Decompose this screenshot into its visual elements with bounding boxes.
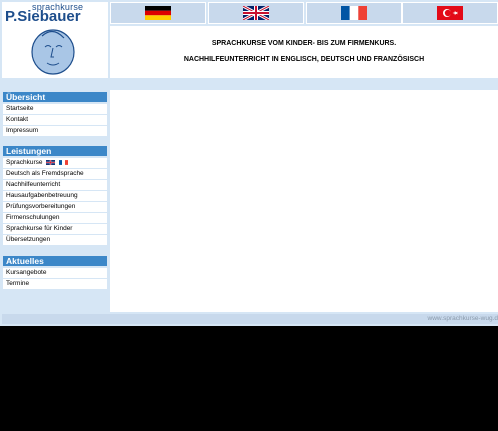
sidebar-item-hausaufgabenbetreuung[interactable]: Hausaufgabenbetreuung xyxy=(3,191,107,201)
sidebar-heading-aktuelles: Aktuelles xyxy=(3,256,107,266)
main-content xyxy=(110,90,498,312)
sidebar-item-sprachkurse[interactable]: Sprachkurse xyxy=(3,158,107,168)
footer: www.sprachkurse-wug.d xyxy=(2,314,498,324)
sidebar-item-pruefungsvorbereitungen[interactable]: Prüfungsvorbereitungen xyxy=(3,202,107,212)
headline-line-2: NACHHILFEUNTERRICHT IN ENGLISCH, DEUTSCH… xyxy=(183,56,425,63)
sidebar-item-impressum[interactable]: Impressum xyxy=(3,126,107,136)
language-fr-button[interactable] xyxy=(306,2,402,24)
turkish-flag-icon xyxy=(437,6,463,20)
sidebar-item-startseite[interactable]: Startseite xyxy=(3,104,107,114)
sidebar-item-deutsch-fremdsprache[interactable]: Deutsch als Fremdsprache xyxy=(3,169,107,179)
face-logo-icon xyxy=(31,29,75,75)
sidebar-heading-leistungen: Leistungen xyxy=(3,146,107,156)
sidebar-item-termine[interactable]: Termine xyxy=(3,279,107,289)
uk-flag-icon xyxy=(243,6,269,20)
sidebar: Übersicht Startseite Kontakt Impressum L… xyxy=(2,90,108,312)
logo[interactable]: sprachkurse P.Siebauer xyxy=(2,2,108,78)
german-flag-icon xyxy=(145,6,171,20)
sidebar-item-sprachkurse-kinder[interactable]: Sprachkurse für Kinder xyxy=(3,224,107,234)
divider-stripe xyxy=(2,80,498,88)
sidebar-item-nachhilfeunterricht[interactable]: Nachhilfeunterricht xyxy=(3,180,107,190)
sidebar-item-uebersetzungen[interactable]: Übersetzungen xyxy=(3,235,107,245)
page: sprachkurse P.Siebauer SPRACHKURSE VOM K… xyxy=(0,0,498,326)
sidebar-item-firmenschulungen[interactable]: Firmenschulungen xyxy=(3,213,107,223)
language-flag-bar xyxy=(110,2,498,24)
french-flag-icon xyxy=(341,6,367,20)
language-en-button[interactable] xyxy=(208,2,304,24)
sidebar-item-sprachkurse-label: Sprachkurse xyxy=(6,159,43,166)
logo-wordmark: P.Siebauer xyxy=(5,8,81,25)
headline-banner: SPRACHKURSE VOM KINDER- BIS ZUM FIRMENKU… xyxy=(110,26,498,78)
language-tr-button[interactable] xyxy=(402,2,498,24)
uk-flag-icon xyxy=(46,159,56,165)
footer-url[interactable]: www.sprachkurse-wug.d xyxy=(428,314,498,324)
sidebar-item-kursangebote[interactable]: Kursangebote xyxy=(3,268,107,278)
french-flag-icon xyxy=(59,159,69,165)
headline-line-1: SPRACHKURSE VOM KINDER- BIS ZUM FIRMENKU… xyxy=(211,40,397,47)
language-de-button[interactable] xyxy=(110,2,206,24)
sidebar-item-kontakt[interactable]: Kontakt xyxy=(3,115,107,125)
sidebar-heading-uebersicht: Übersicht xyxy=(3,92,107,102)
